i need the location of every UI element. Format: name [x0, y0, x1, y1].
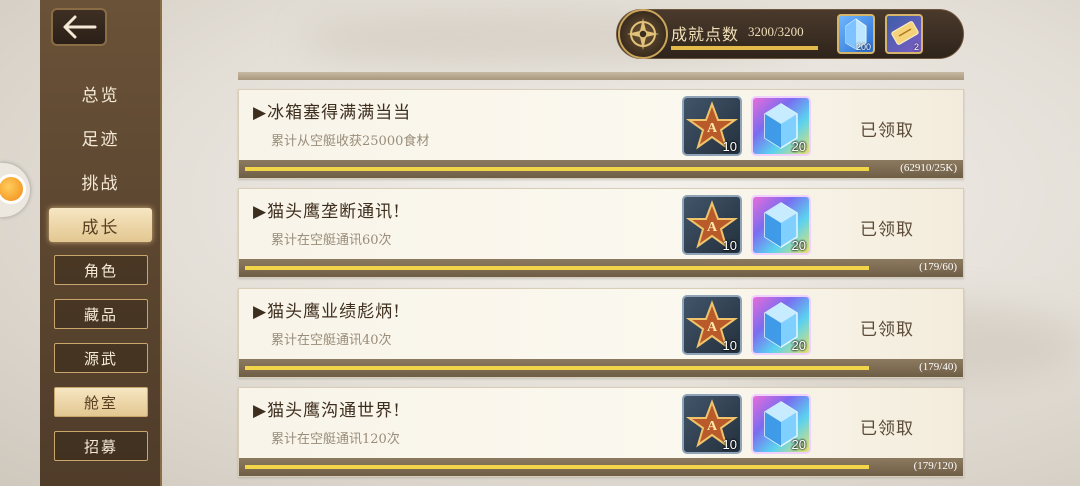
points-label: 成就点数 — [671, 25, 740, 44]
back-arrow-icon — [63, 15, 97, 39]
reward-count: 10 — [722, 238, 737, 253]
reward-count: 10 — [722, 139, 737, 154]
sidebar-item-footprints[interactable]: 足迹 — [49, 120, 152, 154]
event-icon — [0, 174, 26, 204]
blue-crystal-reward[interactable]: 200 — [837, 14, 875, 54]
claimed-status: 已领取 — [860, 320, 914, 340]
sidebar-sub-character[interactable]: 角色 — [54, 255, 148, 285]
achievement-card: ▶冰箱塞得满满当当 累计从空艇收获25000食材 A 10 20 已领取 (62… — [238, 89, 964, 179]
compass-emblem-icon — [618, 9, 668, 59]
achievement-card: ▶猫头鹰沟通世界! 累计在空艇通讯120次 A 10 20 已领取 (179/1… — [238, 387, 964, 477]
svg-text:A: A — [707, 320, 718, 335]
sidebar-item-growth[interactable]: 成长 — [49, 208, 152, 242]
achievement-title: ▶猫头鹰垄断通讯! — [253, 202, 401, 222]
svg-text:A: A — [707, 121, 718, 136]
list-top-divider — [238, 72, 964, 80]
achievement-progress-bar: (179/120) — [239, 458, 963, 476]
achievement-progress-bar: (62910/25K) — [239, 160, 963, 178]
reward-count: 20 — [791, 437, 806, 452]
reward-count: 200 — [855, 42, 871, 52]
sidebar-sub-cabin[interactable]: 舱室 — [54, 387, 148, 417]
achievement-title: ▶猫头鹰沟通世界! — [253, 401, 401, 421]
crystal-reward[interactable]: 20 — [751, 394, 811, 454]
sidebar-sub-collection[interactable]: 藏品 — [54, 299, 148, 329]
svg-text:A: A — [707, 419, 718, 434]
star-medal-reward[interactable]: A 10 — [682, 394, 742, 454]
reward-count: 10 — [722, 437, 737, 452]
achievement-progress-bar: (179/60) — [239, 259, 963, 277]
back-button[interactable] — [51, 8, 107, 46]
star-medal-reward[interactable]: A 10 — [682, 96, 742, 156]
reward-count: 20 — [791, 338, 806, 353]
reward-count: 10 — [722, 338, 737, 353]
claimed-status: 已领取 — [860, 121, 914, 141]
crystal-reward[interactable]: 20 — [751, 195, 811, 255]
sidebar-item-challenge[interactable]: 挑战 — [49, 164, 152, 198]
reward-count: 20 — [791, 238, 806, 253]
achievement-description: 累计在空艇通讯40次 — [271, 333, 392, 348]
sidebar-sub-weapon[interactable]: 源武 — [54, 343, 148, 373]
achievement-title: ▶冰箱塞得满满当当 — [253, 103, 412, 123]
reward-count: 20 — [791, 139, 806, 154]
side-event-badge[interactable] — [0, 163, 30, 217]
sidebar-sub-recruit[interactable]: 招募 — [54, 431, 148, 461]
progress-text: (179/60) — [919, 261, 957, 273]
achievement-description: 累计在空艇通讯120次 — [271, 432, 400, 447]
claimed-status: 已领取 — [860, 220, 914, 240]
svg-text:A: A — [707, 220, 718, 235]
ticket-reward[interactable]: 2 — [885, 14, 923, 54]
achievement-description: 累计在空艇通讯60次 — [271, 233, 392, 248]
claimed-status: 已领取 — [860, 419, 914, 439]
star-medal-reward[interactable]: A 10 — [682, 295, 742, 355]
star-medal-reward[interactable]: A 10 — [682, 195, 742, 255]
reward-count: 2 — [913, 42, 919, 52]
crystal-reward[interactable]: 20 — [751, 96, 811, 156]
achievement-title: ▶猫头鹰业绩彪炳! — [253, 302, 401, 322]
achievement-description: 累计从空艇收获25000食材 — [271, 134, 430, 149]
achievement-progress-bar: (179/40) — [239, 359, 963, 377]
crystal-reward[interactable]: 20 — [751, 295, 811, 355]
achievement-card: ▶猫头鹰业绩彪炳! 累计在空艇通讯40次 A 10 20 已领取 (179/40… — [238, 288, 964, 378]
progress-text: (179/120) — [913, 460, 957, 472]
achievement-card: ▶猫头鹰垄断通讯! 累计在空艇通讯60次 A 10 20 已领取 (179/60… — [238, 188, 964, 278]
points-value: 3200/3200 — [748, 24, 804, 39]
sidebar-item-overview[interactable]: 总览 — [49, 76, 152, 110]
points-progress-bar — [671, 46, 818, 50]
progress-text: (179/40) — [919, 361, 957, 373]
progress-text: (62910/25K) — [900, 162, 957, 174]
